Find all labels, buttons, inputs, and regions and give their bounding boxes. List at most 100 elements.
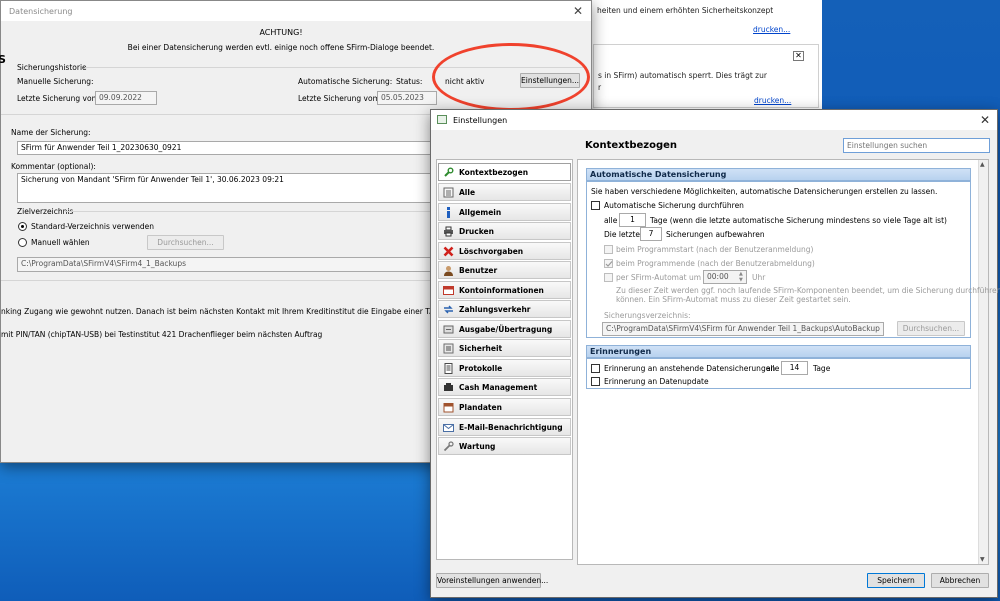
auto-durchsuchen-button[interactable]: Durchsuchen... <box>897 321 965 336</box>
nav-item-cash-management[interactable]: Cash Management <box>438 378 571 396</box>
manuell-radio-label: Manuell wählen <box>31 238 90 247</box>
cash-icon <box>443 382 454 393</box>
status-label: Status: <box>396 77 423 86</box>
nav-item-label: Ausgabe/Übertragung <box>459 324 553 334</box>
auto-enable-label: Automatische Sicherung durchführen <box>604 201 744 210</box>
einstellungen-titlebar: Einstellungen <box>431 110 997 130</box>
nav-item-email-benachrichtigung[interactable]: E-Mail-Benachrichtigung <box>438 418 571 436</box>
tools-icon <box>443 440 454 452</box>
nav-item-label: Allgemein <box>459 207 502 217</box>
highlight-circle <box>432 43 590 111</box>
nav-item-alle[interactable]: Alle <box>438 183 571 201</box>
auto-intro: Sie haben verschiedene Möglichkeiten, au… <box>591 187 938 196</box>
aufbewahren-text: Sicherungen aufbewahren <box>666 230 765 239</box>
security-icon <box>443 343 454 354</box>
reminder-alle-label: alle <box>766 364 780 373</box>
nav-item-kontextbezogen[interactable]: Kontextbezogen <box>438 163 571 181</box>
print-link[interactable]: drucken... <box>753 25 790 34</box>
page-heading: Kontextbezogen <box>585 140 678 151</box>
durchsuchen-button[interactable]: Durchsuchen... <box>147 235 224 250</box>
name-label: Name der Sicherung: <box>11 128 91 137</box>
voreinstellungen-button[interactable]: Voreinstellungen anwenden... <box>436 573 548 588</box>
datenupdate-checkbox[interactable] <box>591 377 600 386</box>
um-label: um <box>689 273 702 282</box>
nav-item-loeschvorgaben[interactable]: Löschvorgaben <box>438 242 571 260</box>
auto-enable-checkbox[interactable] <box>591 201 600 210</box>
letzte-sicherung-label: Letzte Sicherung vom: <box>17 94 102 103</box>
time-spinner-icon[interactable]: ▲ ▼ <box>739 271 743 283</box>
tage-text: Tage (wenn die letzte automatische Siche… <box>650 216 947 225</box>
manuell-radio[interactable] <box>18 238 27 247</box>
kommentar-label: Kommentar (optional): <box>11 162 96 171</box>
card-close-icon[interactable]: ✕ <box>793 51 804 61</box>
automatische-sicherung-label: Automatische Sicherung: <box>298 77 393 86</box>
print-link[interactable]: drucken... <box>754 96 791 105</box>
alle-days-field[interactable]: 1 <box>619 213 646 227</box>
speichern-button[interactable]: Speichern <box>867 573 925 588</box>
nav-item-drucken[interactable]: Drucken <box>438 222 571 240</box>
nav-item-sicherheit[interactable]: Sicherheit <box>438 339 571 357</box>
mail-icon <box>443 422 454 433</box>
user-icon <box>443 265 454 276</box>
background-window: heiten und einem erhöhten Sicherheitskon… <box>590 0 822 112</box>
standard-radio[interactable] <box>18 222 27 231</box>
nav-item-kontoinformationen[interactable]: Kontoinformationen <box>438 281 571 299</box>
transfer-icon <box>443 324 454 335</box>
settings-nav: Kontextbezogen Alle Allgemein Drucken Lö… <box>436 159 573 560</box>
window-title: Datensicherung <box>9 6 73 16</box>
settings-search-input[interactable] <box>843 138 990 153</box>
nav-item-ausgabe-uebertragung[interactable]: Ausgabe/Übertragung <box>438 320 571 338</box>
standard-radio-label: Standard-Verzeichnis verwenden <box>31 222 155 231</box>
account-icon <box>443 285 454 296</box>
die-letzten-label: Die letzten <box>604 230 645 239</box>
automat-hint: Zu dieser Zeit werden ggf. noch laufende… <box>616 286 1000 295</box>
close-icon[interactable]: ✕ <box>565 1 591 21</box>
automat-hint: können. Ein SFirm-Automat muss zu dieser… <box>616 295 851 304</box>
section-header-erinnerungen: Erinnerungen <box>586 345 971 358</box>
historie-label: Sicherungshistorie <box>17 63 87 72</box>
background-text: r <box>598 83 602 92</box>
list-icon <box>443 187 454 198</box>
programmstart-label: beim Programmstart (nach der Benutzeranm… <box>616 245 814 254</box>
programmende-label: beim Programmende (nach der Benutzerabme… <box>616 259 815 268</box>
programmende-checkbox[interactable] <box>604 259 613 268</box>
nav-item-plandaten[interactable]: Plandaten <box>438 398 571 416</box>
nav-item-label: Kontoinformationen <box>459 285 544 295</box>
wrench-icon <box>443 167 454 178</box>
nav-item-label: Zahlungsverkehr <box>459 304 531 314</box>
nav-item-label: Kontextbezogen <box>459 167 529 177</box>
window-titlebar: Datensicherung <box>1 1 591 21</box>
automat-checkbox[interactable] <box>604 273 613 282</box>
reminder-tage-label: Tage <box>813 364 831 373</box>
nav-item-label: Cash Management <box>459 382 538 392</box>
letzte-auto-label: Letzte Sicherung vom: <box>298 94 383 103</box>
einstellungen-title: Einstellungen <box>453 115 508 125</box>
nav-item-allgemein[interactable]: Allgemein <box>438 203 571 221</box>
nav-item-label: Wartung <box>459 441 496 451</box>
section-header-auto: Automatische Datensicherung <box>586 168 971 181</box>
nav-item-label: Protokolle <box>459 363 503 373</box>
nav-item-label: Sicherheit <box>459 343 503 353</box>
nav-item-protokolle[interactable]: Protokolle <box>438 359 571 377</box>
nav-item-zahlungsverkehr[interactable]: Zahlungsverkehr <box>438 300 571 318</box>
programmstart-checkbox[interactable] <box>604 245 613 254</box>
anstehend-checkbox[interactable] <box>591 364 600 373</box>
vertical-scrollbar[interactable]: ▲ ▼ <box>978 160 988 564</box>
reminder-days-field[interactable]: 14 <box>781 361 808 375</box>
abbrechen-button[interactable]: Abbrechen <box>931 573 989 588</box>
anstehend-label: Erinnerung an anstehende Datensicherunge… <box>604 364 776 373</box>
nav-item-label: Alle <box>459 187 476 197</box>
close-icon[interactable]: ✕ <box>972 110 998 130</box>
keep-count-field[interactable]: 7 <box>640 227 662 241</box>
automat-label: per SFirm-Automat <box>616 273 687 282</box>
manuelle-sicherung-label: Manuelle Sicherung: <box>17 77 94 86</box>
nav-item-wartung[interactable]: Wartung <box>438 437 571 455</box>
verzeichnis-label: Sicherungsverzeichnis: <box>604 311 691 320</box>
background-text: heiten und einem erhöhten Sicherheitskon… <box>597 6 774 15</box>
letzte-manuell-field: 09.09.2022 <box>95 91 157 105</box>
alle-label: alle <box>604 216 618 225</box>
scroll-up-icon[interactable]: ▲ <box>980 161 985 168</box>
nav-item-benutzer[interactable]: Benutzer <box>438 261 571 279</box>
scroll-down-icon[interactable]: ▼ <box>980 556 985 563</box>
info-icon <box>443 206 454 218</box>
